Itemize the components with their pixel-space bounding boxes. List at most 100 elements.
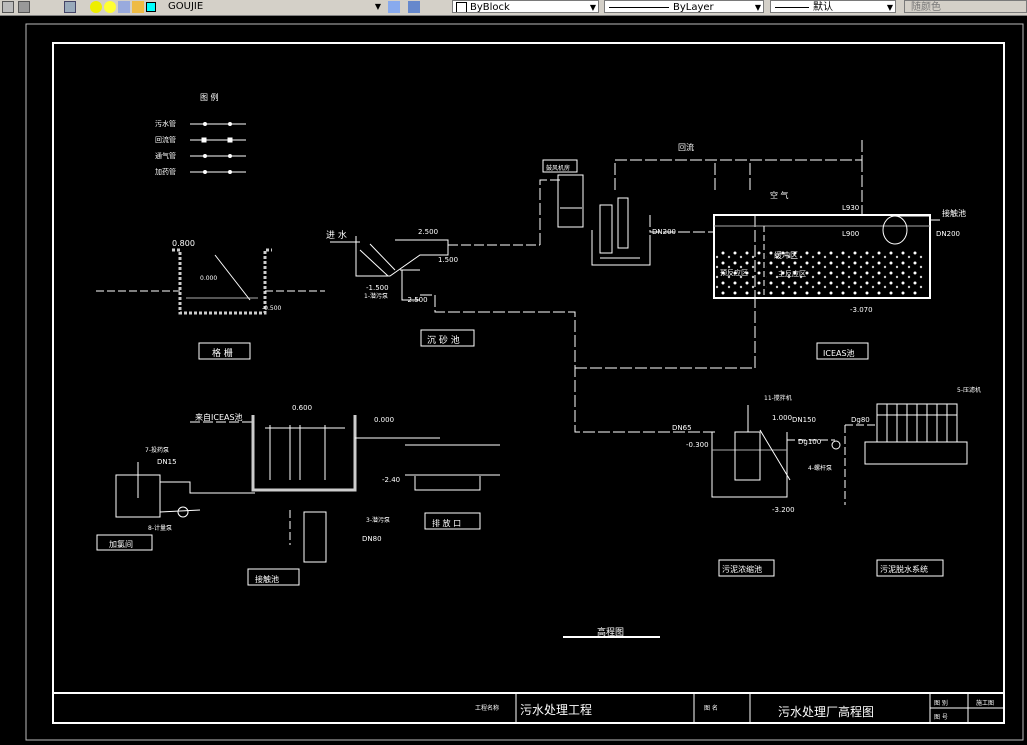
layer-stack-icon[interactable] — [64, 1, 76, 13]
iceas-tank — [713, 214, 940, 360]
thickener-label: 污泥浓缩池 — [722, 564, 762, 574]
outlet-label: 排 放 口 — [432, 518, 461, 528]
pump-station — [542, 159, 651, 266]
pipe-size: Dg80 — [851, 416, 870, 424]
pipe-size: DN15 — [157, 458, 177, 466]
linetype-dropdown[interactable]: ByLayer ▼ — [604, 0, 764, 13]
title-block-label: 施工图 — [976, 699, 994, 707]
equipment-tag: 5-压滤机 — [957, 386, 981, 394]
layer-state-icon[interactable] — [18, 1, 30, 13]
elevation-mark: -0.300 — [686, 441, 709, 449]
elevation-mark: L900 — [842, 230, 859, 238]
title-block-label: 图 别 — [934, 699, 948, 707]
grit-chamber — [330, 236, 540, 347]
plotstyle-value: 随颜色 — [911, 2, 941, 13]
elevation-mark: -0.500 — [262, 305, 282, 312]
sludge-thickener — [711, 405, 846, 577]
blower-label: 鼓风机房 — [546, 164, 570, 172]
dewatering-system — [845, 403, 968, 577]
legend-title: 图 例 — [200, 92, 219, 102]
linetype-value: ByLayer — [673, 2, 714, 13]
equipment-tag: 11-搅拌机 — [764, 394, 792, 402]
lineweight-value: 默认 — [813, 2, 833, 13]
legend-item: 通气管 — [155, 151, 176, 160]
elevation-mark: 0.800 — [172, 239, 195, 248]
elevation-mark: 2.500 — [418, 228, 438, 236]
paper-border — [25, 23, 1024, 741]
dosing-label: 加氯间 — [109, 539, 133, 549]
drawing-name: 污水处理厂高程图 — [778, 704, 874, 719]
layer-dropdown[interactable]: GOUJIE ▼ — [168, 0, 383, 13]
elevation-mark: -3.070 — [850, 306, 873, 314]
title-block-label: 图 号 — [934, 714, 948, 721]
iceas-label: ICEAS池 — [823, 348, 855, 358]
legend — [190, 122, 246, 174]
pipe-size: DN80 — [362, 535, 382, 543]
equipment-tag: 1-潜污泵 — [364, 292, 388, 300]
profile-title: 高程图 — [597, 626, 624, 638]
legend-item: 加药管 — [155, 167, 176, 176]
elevation-mark: -1.500 — [366, 284, 389, 292]
line-sample — [775, 6, 809, 8]
layer-manager-icon[interactable] — [2, 1, 14, 13]
contact-tank — [190, 415, 500, 586]
dewater-label: 污泥脱水系统 — [880, 564, 928, 574]
elevation-mark: -3.200 — [772, 506, 795, 514]
inflow-label: 进 水 — [326, 229, 347, 241]
layer-previous-icon[interactable] — [408, 1, 420, 13]
equipment-tag: 8-计量泵 — [148, 524, 172, 532]
legend-item: 污水管 — [155, 119, 176, 128]
color-swatch-icon — [146, 2, 156, 12]
grille-tank — [96, 248, 325, 360]
grit-label: 沉 砂 池 — [427, 334, 460, 346]
to-contact-label: 接触池 — [942, 208, 966, 218]
color-box-icon — [456, 2, 467, 12]
color-dropdown[interactable]: ByBlock ▼ — [452, 0, 599, 13]
buffer-label: 缓冲区 — [774, 250, 798, 260]
sun-icon[interactable] — [104, 1, 116, 13]
make-current-icon[interactable] — [388, 1, 400, 13]
elevation-mark: L930 — [842, 204, 859, 212]
elevation-mark: 1.500 — [438, 256, 458, 264]
reflux-label: 回流 — [678, 142, 694, 152]
main-react-label: 主反应区 — [778, 269, 806, 278]
elevation-mark: 0.000 — [374, 416, 394, 424]
dosing-room — [96, 462, 255, 551]
title-block-label: 工程名称 — [475, 704, 499, 712]
drawing-frame — [52, 42, 1005, 724]
elevation-mark: -2.500 — [405, 296, 428, 304]
equipment-tag: 7-投药泵 — [145, 446, 169, 454]
pipe-size: DN200 — [936, 230, 960, 238]
chevron-down-icon: ▼ — [886, 3, 893, 12]
equipment-tag: 4-螺杆泵 — [808, 464, 832, 472]
from-iceas-label: 来自ICEAS池 — [195, 412, 243, 422]
color-value: ByBlock — [470, 2, 510, 13]
elevation-mark: 1.000 — [772, 414, 792, 422]
chevron-down-icon: ▼ — [754, 3, 761, 12]
line-sample — [609, 6, 669, 8]
pipe-size: Dg100 — [798, 438, 821, 446]
chevron-down-icon: ▼ — [374, 2, 381, 11]
properties-toolbar: GOUJIE ▼ ByBlock ▼ ByLayer ▼ 默认 ▼ 随颜色 — [0, 0, 1027, 16]
grille-label: 格 栅 — [212, 347, 233, 359]
chevron-down-icon: ▼ — [589, 3, 596, 12]
drawing-canvas[interactable]: 图 例 污水管 回流管 通气管 加药管 格 栅 沉 砂 池 ICEAS池 接触池… — [0, 15, 1027, 745]
elevation-mark: 0.000 — [200, 275, 217, 282]
project-name: 污水处理工程 — [520, 702, 592, 717]
equipment-tag: 3-潜污泵 — [366, 516, 390, 524]
elevation-mark: -2.40 — [382, 476, 400, 484]
legend-item: 回流管 — [155, 135, 176, 144]
lock-icon[interactable] — [132, 1, 144, 13]
lineweight-dropdown[interactable]: 默认 ▼ — [770, 0, 896, 13]
pipe-size: DN150 — [792, 416, 816, 424]
title-block-label: 图 名 — [704, 704, 718, 712]
elevation-mark: 0.600 — [292, 404, 312, 412]
pipe-size: DN65 — [672, 424, 692, 432]
viewport-icon[interactable] — [118, 1, 130, 13]
pipe-size: DN200 — [652, 228, 676, 236]
pre-react-label: 预反应区 — [720, 268, 748, 277]
contact-label: 接触池 — [255, 574, 279, 584]
air-label: 空 气 — [770, 190, 789, 200]
layer-name: GOUJIE — [168, 1, 204, 12]
bulb-icon[interactable] — [90, 1, 102, 13]
